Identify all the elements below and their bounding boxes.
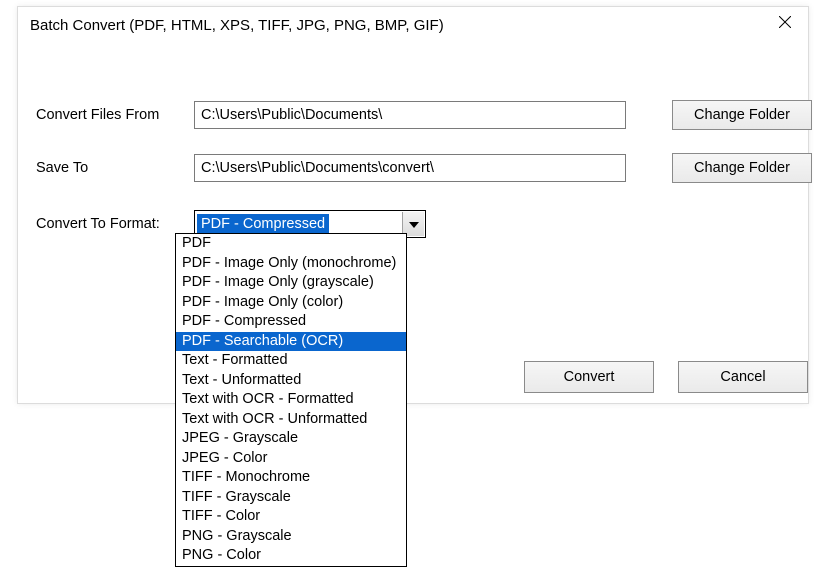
format-option[interactable]: Text - Unformatted <box>176 371 406 391</box>
format-dropdown-list[interactable]: PDFPDF - Image Only (monochrome)PDF - Im… <box>175 233 407 567</box>
change-folder-from-button[interactable]: Change Folder <box>672 100 812 130</box>
save-to-input[interactable] <box>194 154 626 182</box>
label-save-to: Save To <box>36 160 88 176</box>
format-option[interactable]: PDF - Image Only (color) <box>176 293 406 313</box>
cancel-button[interactable]: Cancel <box>678 361 808 393</box>
chevron-down-icon <box>409 216 419 232</box>
label-convert-format: Convert To Format: <box>36 216 160 232</box>
format-option[interactable]: PNG - Color <box>176 546 406 566</box>
format-option[interactable]: TIFF - Grayscale <box>176 488 406 508</box>
format-option[interactable]: Text with OCR - Unformatted <box>176 410 406 430</box>
label-convert-from: Convert Files From <box>36 107 159 123</box>
convert-button[interactable]: Convert <box>524 361 654 393</box>
window-title: Batch Convert (PDF, HTML, XPS, TIFF, JPG… <box>30 17 444 34</box>
convert-from-input[interactable] <box>194 101 626 129</box>
format-option[interactable]: PNG - Grayscale <box>176 527 406 547</box>
close-icon <box>779 15 791 32</box>
format-option[interactable]: JPEG - Color <box>176 449 406 469</box>
format-option[interactable]: TIFF - Monochrome <box>176 468 406 488</box>
format-option[interactable]: PDF - Image Only (monochrome) <box>176 254 406 274</box>
dialog-window: Batch Convert (PDF, HTML, XPS, TIFF, JPG… <box>17 6 809 404</box>
format-option[interactable]: PDF - Searchable (OCR) <box>176 332 406 352</box>
format-combobox-selected: PDF - Compressed <box>197 214 329 234</box>
titlebar: Batch Convert (PDF, HTML, XPS, TIFF, JPG… <box>18 7 808 49</box>
format-option[interactable]: TIFF - Color <box>176 507 406 527</box>
format-option[interactable]: PDF <box>176 234 406 254</box>
format-option[interactable]: Text - Formatted <box>176 351 406 371</box>
close-button[interactable] <box>762 7 808 39</box>
format-option[interactable]: JPEG - Grayscale <box>176 429 406 449</box>
format-option[interactable]: PDF - Image Only (grayscale) <box>176 273 406 293</box>
format-option[interactable]: PDF - Compressed <box>176 312 406 332</box>
format-option[interactable]: Text with OCR - Formatted <box>176 390 406 410</box>
change-folder-to-button[interactable]: Change Folder <box>672 153 812 183</box>
